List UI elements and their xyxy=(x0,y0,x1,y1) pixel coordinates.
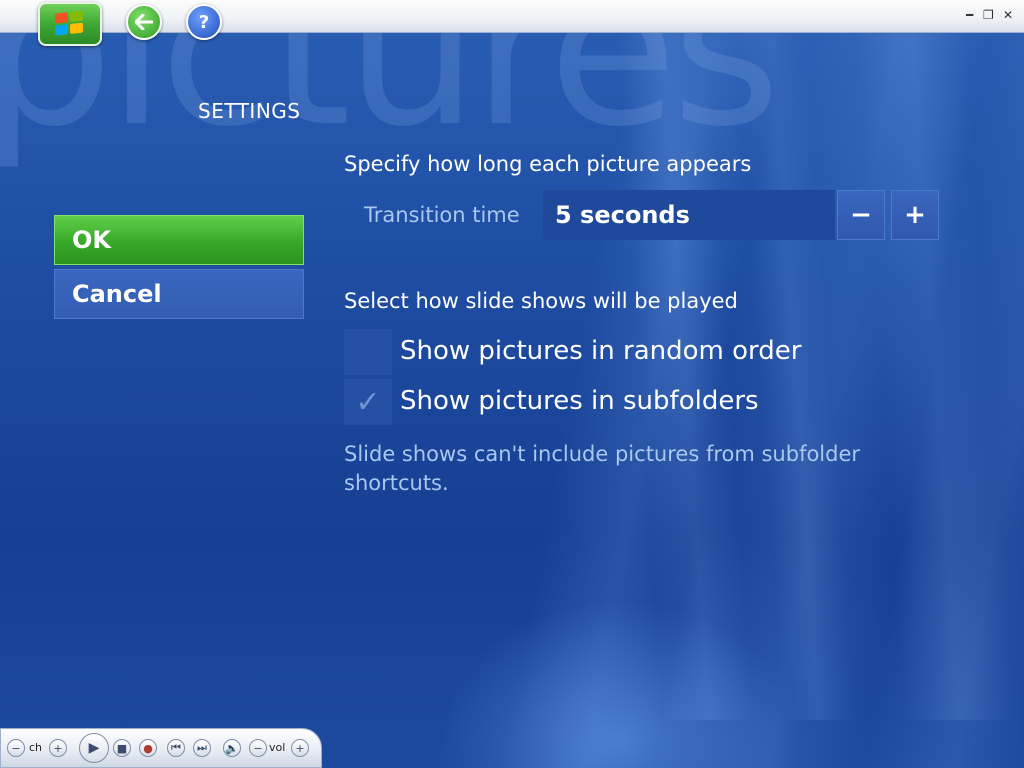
help-button[interactable]: ? xyxy=(186,4,222,40)
record-icon: ● xyxy=(143,741,153,755)
skip-forward-icon: ⏭ xyxy=(197,741,207,754)
volume-down-button[interactable]: − xyxy=(249,739,267,757)
windows-logo-icon xyxy=(55,10,85,37)
transition-increase-button[interactable]: + xyxy=(891,190,939,240)
subfolder-shortcut-note: Slide shows can't include pictures from … xyxy=(344,442,861,495)
channel-label: ch xyxy=(29,741,43,754)
play-icon: ▶ xyxy=(88,740,100,756)
subfolders-checkbox[interactable]: ✓ xyxy=(344,379,392,425)
play-button[interactable]: ▶ xyxy=(79,733,109,763)
speaker-icon: 🔈 xyxy=(225,741,239,755)
back-button[interactable] xyxy=(126,4,162,40)
minus-icon: − xyxy=(253,741,263,755)
transition-heading: Specify how long each picture appears xyxy=(344,152,752,176)
minus-icon: − xyxy=(11,741,21,755)
checkmark-icon: ✓ xyxy=(355,384,381,420)
stop-icon: ■ xyxy=(116,741,128,755)
slideshow-heading: Select how slide shows will be played xyxy=(344,289,738,313)
plus-icon: + xyxy=(53,741,63,755)
random-order-checkbox[interactable] xyxy=(344,329,392,375)
channel-up-button[interactable]: + xyxy=(49,739,67,757)
volume-up-button[interactable]: + xyxy=(291,739,309,757)
minimize-icon[interactable]: ━ xyxy=(966,8,973,22)
ok-button[interactable]: OK xyxy=(54,215,304,265)
page-title: SETTINGS xyxy=(198,99,301,123)
plus-icon: + xyxy=(295,741,305,755)
transition-decrease-button[interactable]: − xyxy=(837,190,885,240)
transition-time-value: 5 seconds xyxy=(543,190,835,240)
back-arrow-icon xyxy=(135,14,153,30)
help-question-icon: ? xyxy=(198,11,210,33)
random-order-label[interactable]: Show pictures in random order xyxy=(400,336,801,366)
subfolders-label[interactable]: Show pictures in subfolders xyxy=(400,386,759,416)
next-button[interactable]: ⏭ xyxy=(193,739,211,757)
transport-controls: − ch + ▶ ■ ● ⏮ ⏭ 🔈 − vol + xyxy=(0,728,322,768)
previous-button[interactable]: ⏮ xyxy=(167,739,185,757)
volume-label: vol xyxy=(269,741,286,754)
start-button[interactable] xyxy=(38,2,102,46)
transition-time-label: Transition time xyxy=(364,203,520,227)
mute-button[interactable]: 🔈 xyxy=(223,739,241,757)
record-button[interactable]: ● xyxy=(139,739,157,757)
light-ray-decoration xyxy=(855,20,1015,720)
media-center-window: pictures ? ━ ❐ ✕ SETTINGS OK Cancel Spec… xyxy=(0,0,1024,768)
cancel-button[interactable]: Cancel xyxy=(54,269,304,319)
skip-back-icon: ⏮ xyxy=(171,741,181,754)
restore-icon[interactable]: ❐ xyxy=(983,8,994,22)
stop-button[interactable]: ■ xyxy=(113,739,131,757)
top-toolbar: ? ━ ❐ ✕ xyxy=(0,0,1024,46)
channel-down-button[interactable]: − xyxy=(7,739,25,757)
close-icon[interactable]: ✕ xyxy=(1003,8,1013,22)
